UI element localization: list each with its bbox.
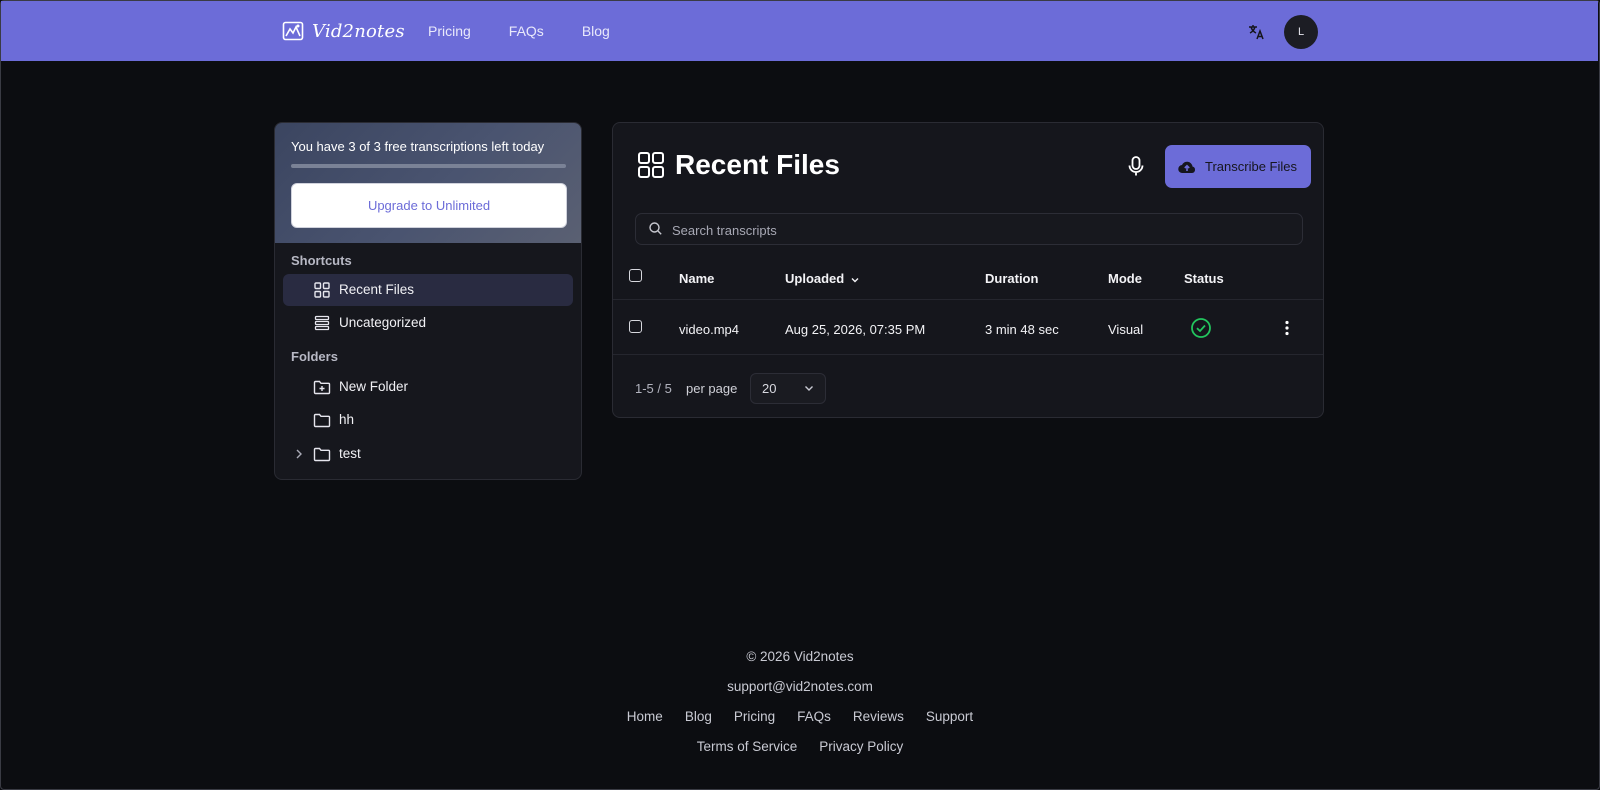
footer-links: Home Blog Pricing FAQs Reviews Support [0, 709, 1600, 724]
column-header-name[interactable]: Name [679, 271, 714, 286]
top-navbar: Vid2notes Pricing FAQs Blog L [1, 1, 1598, 61]
transcribe-files-label: Transcribe Files [1205, 159, 1297, 174]
footer-link-terms[interactable]: Terms of Service [697, 739, 798, 754]
footer-link-home[interactable]: Home [627, 709, 663, 724]
file-uploaded: Aug 25, 2026, 07:35 PM [785, 322, 926, 337]
per-page-value: 20 [762, 381, 777, 396]
upgrade-button[interactable]: Upgrade to Unlimited [291, 183, 567, 228]
per-page-label: per page [686, 381, 738, 396]
nav-pricing[interactable]: Pricing [428, 23, 471, 39]
brand-name: Vid2notes [312, 20, 405, 42]
footer-copyright: © 2026 Vid2notes [746, 649, 854, 664]
cloud-upload-icon [1178, 161, 1196, 173]
file-duration: 3 min 48 sec [985, 322, 1059, 337]
page-title-text: Recent Files [675, 149, 840, 180]
footer-legal-links: Terms of Service Privacy Policy [0, 739, 1600, 754]
recent-files-panel: Recent Files Transcribe Files Name Uploa… [612, 122, 1324, 418]
nav-faqs[interactable]: FAQs [509, 23, 544, 39]
translate-icon[interactable] [1247, 23, 1265, 41]
file-mode: Visual [1108, 322, 1144, 337]
pagination-range: 1-5 / 5 [635, 381, 672, 396]
chevron-down-icon [851, 277, 859, 283]
quota-text: You have 3 of 3 free transcriptions left… [291, 139, 545, 154]
column-header-duration[interactable]: Duration [985, 271, 1038, 286]
sidebar-item-recent-files[interactable]: Recent Files [283, 274, 573, 306]
search-icon [649, 222, 662, 235]
sidebar: You have 3 of 3 free transcriptions left… [274, 122, 582, 480]
footer-link-blog[interactable]: Blog [685, 709, 712, 724]
footer-link-support[interactable]: Support [926, 709, 973, 724]
column-header-uploaded[interactable]: Uploaded [785, 271, 860, 286]
sidebar-item-label: Uncategorized [339, 315, 427, 330]
brand[interactable]: Vid2notes [282, 20, 405, 42]
more-vertical-icon[interactable] [1278, 319, 1296, 337]
sidebar-item-label: New Folder [339, 379, 409, 394]
folder-icon [313, 413, 331, 428]
column-header-mode[interactable]: Mode [1108, 271, 1142, 286]
quota-promo: You have 3 of 3 free transcriptions left… [275, 123, 581, 243]
main-nav: Pricing FAQs Blog [428, 23, 610, 39]
per-page-select[interactable]: 20 [750, 373, 826, 404]
row-checkbox[interactable] [629, 320, 642, 333]
quota-progress-bar [291, 164, 566, 168]
search-input[interactable] [670, 214, 1274, 246]
transcribe-files-button[interactable]: Transcribe Files [1165, 145, 1311, 188]
footer-link-reviews[interactable]: Reviews [853, 709, 904, 724]
search-bar [635, 213, 1303, 246]
column-header-status[interactable]: Status [1184, 271, 1224, 286]
brand-logo-icon [282, 21, 304, 41]
column-header-label: Uploaded [785, 271, 845, 286]
footer-email[interactable]: support@vid2notes.com [0, 679, 1600, 694]
sidebar-item-label: test [339, 446, 361, 461]
stack-icon [314, 315, 330, 331]
footer-link-privacy[interactable]: Privacy Policy [819, 739, 903, 754]
divider [613, 299, 1323, 300]
sidebar-item-label: Recent Files [339, 282, 415, 297]
file-name[interactable]: video.mp4 [679, 322, 739, 337]
folder-plus-icon [313, 380, 331, 395]
footer-link-pricing[interactable]: Pricing [734, 709, 775, 724]
sidebar-item-folder-test[interactable]: test [283, 438, 573, 470]
nav-blog[interactable]: Blog [582, 23, 610, 39]
shortcuts-heading: Shortcuts [291, 253, 352, 268]
sidebar-item-folder-hh[interactable]: hh [283, 404, 573, 436]
footer-link-faqs[interactable]: FAQs [797, 709, 831, 724]
check-circle-icon [1191, 318, 1211, 338]
sidebar-item-new-folder[interactable]: New Folder [283, 371, 573, 403]
divider [613, 354, 1323, 355]
microphone-icon[interactable] [1125, 155, 1147, 177]
sidebar-item-uncategorized[interactable]: Uncategorized [283, 307, 573, 339]
sidebar-item-label: hh [339, 412, 355, 427]
folders-heading: Folders [291, 349, 338, 364]
chevron-right-icon[interactable] [292, 447, 306, 461]
grid-icon [638, 152, 664, 178]
chevron-down-icon [805, 386, 813, 391]
page-title: Recent Files [637, 149, 840, 181]
select-all-checkbox[interactable] [629, 269, 642, 282]
avatar[interactable]: L [1284, 15, 1318, 49]
grid-icon [314, 282, 330, 298]
folder-icon [313, 447, 331, 462]
